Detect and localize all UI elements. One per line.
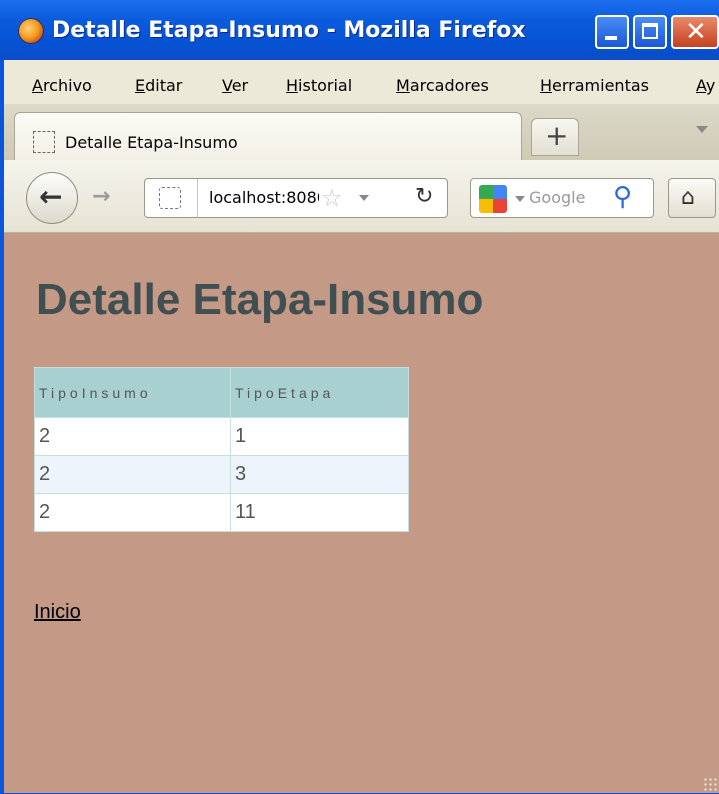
tab-strip: Detalle Etapa-Insumo + xyxy=(4,104,719,160)
table-row: 2 3 xyxy=(34,455,409,494)
table-header-row: TipoInsumo TipoEtapa xyxy=(34,367,409,418)
forward-arrow-icon: → xyxy=(92,184,111,209)
blank-page-icon xyxy=(33,131,55,153)
table-row: 2 11 xyxy=(34,493,409,532)
close-button[interactable]: ✕ xyxy=(671,15,719,49)
new-tab-button[interactable]: + xyxy=(531,118,579,156)
plus-icon: + xyxy=(545,119,569,152)
search-engine-dropdown-icon[interactable] xyxy=(515,196,525,202)
tab-label: Detalle Etapa-Insumo xyxy=(65,133,238,152)
menu-historial[interactable]: Historial xyxy=(286,76,352,95)
browser-chrome: Archivo Editar Ver Historial Marcadores … xyxy=(4,60,719,233)
column-header-tipoinsumo: TipoInsumo xyxy=(34,367,231,418)
page-content: Detalle Etapa-Insumo TipoInsumo TipoEtap… xyxy=(4,233,719,793)
google-logo-icon[interactable] xyxy=(479,185,507,213)
table-cell: 11 xyxy=(230,493,409,532)
menu-bar: Archivo Editar Ver Historial Marcadores … xyxy=(4,60,719,104)
minimize-button[interactable] xyxy=(595,15,629,49)
page-title: Detalle Etapa-Insumo xyxy=(36,275,484,324)
table-cell: 2 xyxy=(34,493,231,532)
forward-button[interactable]: → xyxy=(82,182,120,214)
reload-icon[interactable]: ↻ xyxy=(415,182,433,212)
home-button[interactable]: ⌂ xyxy=(668,178,716,218)
navigation-toolbar: ← → localhost:8080 ☆ ↻ Google ⚲ ⌂ xyxy=(4,160,719,233)
magnifier-icon: ⚲ xyxy=(613,182,633,212)
inicio-link[interactable]: Inicio xyxy=(34,601,81,624)
menu-editar[interactable]: Editar xyxy=(135,76,182,95)
table-cell: 3 xyxy=(230,455,409,494)
table-cell: 2 xyxy=(34,417,231,456)
menu-herramientas[interactable]: Herramientas xyxy=(540,76,649,95)
menu-ayuda[interactable]: Ay xyxy=(696,76,715,95)
browser-window: Detalle Etapa-Insumo - Mozilla Firefox ✕… xyxy=(0,0,719,794)
tab-detalle-etapa-insumo[interactable]: Detalle Etapa-Insumo xyxy=(14,112,522,160)
url-bar[interactable]: localhost:8080 ☆ ↻ xyxy=(144,178,448,218)
maximize-button[interactable] xyxy=(633,15,667,49)
search-bar[interactable]: Google ⚲ xyxy=(470,178,654,218)
url-separator xyxy=(197,179,198,217)
home-icon: ⌂ xyxy=(681,185,695,210)
menu-ver[interactable]: Ver xyxy=(222,76,248,95)
back-button[interactable]: ← xyxy=(26,172,78,224)
search-input[interactable]: Google xyxy=(529,188,601,207)
back-arrow-icon: ← xyxy=(39,180,63,213)
menu-archivo[interactable]: Archivo xyxy=(32,76,92,95)
bookmark-star-icon[interactable]: ☆ xyxy=(321,183,343,213)
table-row: 2 1 xyxy=(34,417,409,456)
firefox-logo-icon xyxy=(18,18,44,44)
resize-grip-icon[interactable] xyxy=(703,777,717,791)
column-header-tipoetapa: TipoEtapa xyxy=(230,367,409,418)
menu-marcadores[interactable]: Marcadores xyxy=(396,76,489,95)
search-go-button[interactable]: ⚲ xyxy=(603,179,653,217)
title-bar[interactable]: Detalle Etapa-Insumo - Mozilla Firefox ✕ xyxy=(0,0,719,60)
list-all-tabs-icon[interactable] xyxy=(696,126,708,133)
close-icon: ✕ xyxy=(685,17,707,47)
url-text[interactable]: localhost:8080 xyxy=(209,188,319,207)
site-identity-icon[interactable] xyxy=(159,187,181,209)
table-cell: 2 xyxy=(34,455,231,494)
table-cell: 1 xyxy=(230,417,409,456)
window-title: Detalle Etapa-Insumo - Mozilla Firefox xyxy=(52,18,526,43)
url-history-dropdown-icon[interactable] xyxy=(359,195,369,201)
detail-table: TipoInsumo TipoEtapa 2 1 2 3 2 11 xyxy=(34,367,409,532)
